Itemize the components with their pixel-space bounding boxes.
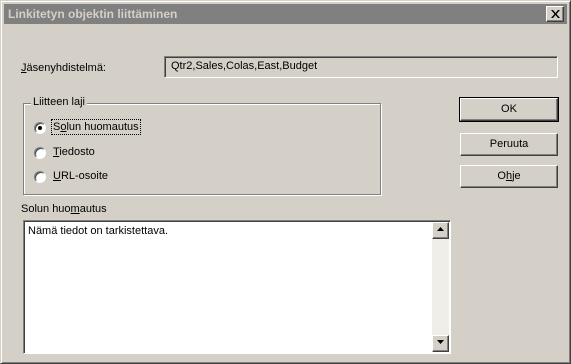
attachment-type-group: Liitteen laji Solun huomautus Tiedosto U… (23, 96, 381, 195)
attachment-type-legend: Liitteen laji (31, 96, 87, 108)
ok-button[interactable]: OK (459, 97, 559, 122)
cell-note-label: Solun huomautus (21, 203, 107, 215)
scroll-up-arrow-icon (437, 227, 444, 231)
member-combination-label: Jäsenyhdistelmä: (21, 62, 106, 74)
scroll-down-arrow-icon (437, 340, 444, 344)
cancel-button[interactable]: Peruuta (460, 133, 558, 156)
radio-button-icon[interactable] (34, 147, 46, 159)
member-combination-value: Qtr2,Sales,Colas,East,Budget (171, 60, 318, 72)
member-combination-field: Qtr2,Sales,Colas,East,Budget (164, 56, 558, 78)
radio-file-label[interactable]: Tiedosto (53, 146, 95, 158)
close-button[interactable] (546, 6, 564, 22)
radio-selected-dot (38, 126, 42, 130)
link-object-dialog: Linkitetyn objektin liittäminen Jäsenyhd… (0, 0, 571, 364)
cell-note-textarea[interactable]: Nämä tiedot on tarkistettava. (23, 220, 451, 354)
radio-button-icon[interactable] (34, 171, 46, 183)
radio-cell-note-label[interactable]: Solun huomautus (51, 119, 141, 135)
radio-button-icon[interactable] (34, 122, 46, 134)
dialog-title: Linkitetyn objektin liittäminen (8, 7, 178, 21)
vertical-scrollbar[interactable] (432, 222, 449, 352)
scroll-down-button[interactable] (432, 335, 449, 352)
title-bar[interactable]: Linkitetyn objektin liittäminen (4, 4, 567, 24)
radio-url-label[interactable]: URL-osoite (53, 170, 108, 182)
close-icon (551, 10, 560, 18)
cell-note-text[interactable]: Nämä tiedot on tarkistettava. (28, 225, 168, 237)
help-button[interactable]: Ohje (460, 165, 558, 188)
scroll-up-button[interactable] (432, 222, 449, 239)
